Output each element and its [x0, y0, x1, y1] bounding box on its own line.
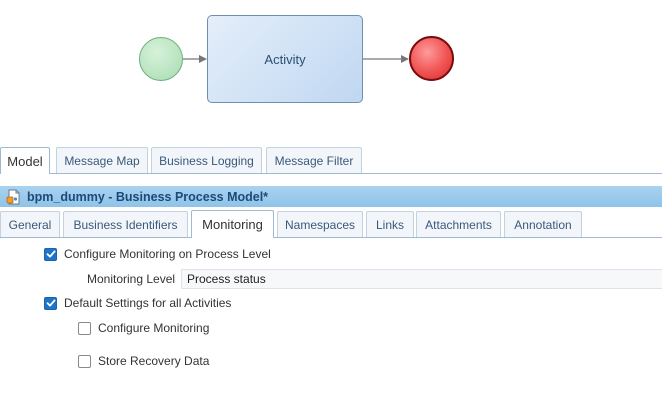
tab-message-map[interactable]: Message Map: [56, 147, 148, 173]
tab-annotation[interactable]: Annotation: [504, 211, 582, 237]
tab-namespaces[interactable]: Namespaces: [277, 211, 363, 237]
tab-business-identifiers[interactable]: Business Identifiers: [63, 211, 188, 237]
monitoring-level-value: Process status: [187, 272, 266, 286]
tab-strip-divider: [0, 237, 662, 238]
tab-label: Namespaces: [284, 217, 356, 232]
tab-message-filter[interactable]: Message Filter: [266, 147, 362, 173]
process-diagram: Activity: [0, 0, 662, 130]
tab-model[interactable]: Model: [0, 147, 50, 174]
end-event[interactable]: [409, 36, 454, 81]
tab-attachments[interactable]: Attachments: [416, 211, 501, 237]
configure-monitoring-label: Configure Monitoring: [98, 321, 210, 335]
store-recovery-data-label: Store Recovery Data: [98, 354, 210, 368]
tab-label: Business Identifiers: [73, 217, 178, 232]
tab-label: Annotation: [514, 217, 572, 232]
tab-links[interactable]: Links: [366, 211, 414, 237]
tab-label: Attachments: [425, 217, 492, 232]
properties-tab-strip: General Business Identifiers Monitoring …: [0, 210, 662, 238]
tab-label: Message Map: [64, 153, 140, 168]
store-recovery-data-row[interactable]: Store Recovery Data: [78, 352, 209, 370]
tab-label: Business Logging: [159, 153, 254, 168]
configure-monitoring-checkbox[interactable]: [78, 321, 91, 335]
start-event[interactable]: [139, 37, 183, 81]
default-settings-label: Default Settings for all Activities: [64, 296, 232, 310]
tab-business-logging[interactable]: Business Logging: [151, 147, 262, 173]
configure-process-level-label: Configure Monitoring on Process Level: [64, 247, 271, 261]
tab-monitoring[interactable]: Monitoring: [191, 210, 274, 238]
tab-general[interactable]: General: [0, 211, 60, 237]
properties-title: bpm_dummy - Business Process Model*: [27, 189, 269, 204]
process-model-document-icon: [6, 189, 22, 205]
tab-strip-divider: [0, 173, 662, 174]
tab-label: Message Filter: [274, 153, 354, 168]
tab-label: General: [8, 217, 52, 232]
properties-title-bar: bpm_dummy - Business Process Model*: [0, 186, 662, 207]
activity-label: Activity: [264, 51, 306, 67]
tab-label: Model: [7, 153, 43, 169]
monitoring-level-field[interactable]: Process status: [181, 269, 662, 289]
tab-label: Links: [375, 217, 404, 232]
default-settings-row[interactable]: Default Settings for all Activities: [44, 294, 231, 312]
store-recovery-data-checkbox[interactable]: [78, 354, 91, 368]
monitoring-level-label: Monitoring Level: [87, 272, 176, 286]
editor-tab-strip: Model Message Map Business Logging Messa…: [0, 147, 662, 174]
configure-process-level-checkbox[interactable]: [44, 247, 57, 261]
configure-monitoring-row[interactable]: Configure Monitoring: [78, 319, 209, 337]
default-settings-checkbox[interactable]: [44, 296, 57, 310]
configure-process-level-row[interactable]: Configure Monitoring on Process Level: [44, 245, 271, 263]
activity-task[interactable]: Activity: [207, 15, 363, 103]
tab-label: Monitoring: [202, 217, 263, 232]
